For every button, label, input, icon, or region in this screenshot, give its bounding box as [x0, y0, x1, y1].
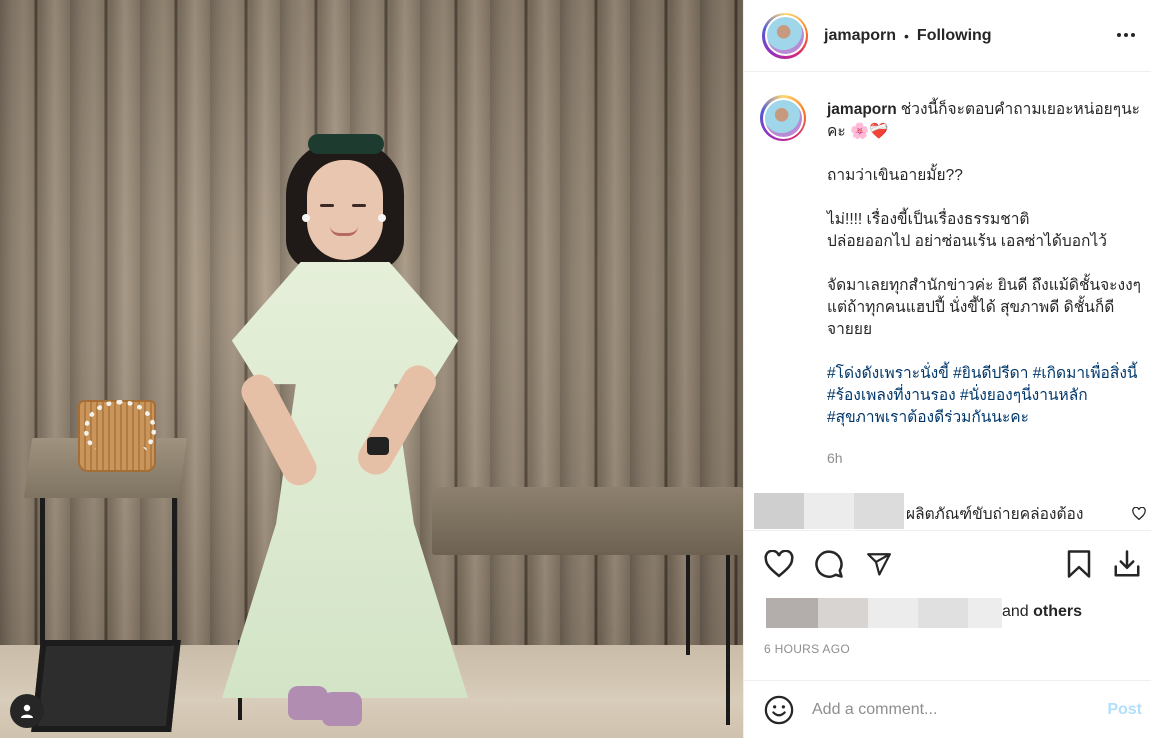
face — [307, 160, 383, 260]
pearl-earring — [378, 214, 386, 222]
caption-avatar[interactable] — [760, 95, 806, 141]
caption-line: ไม่!!!! เรื่องขี้เป็นเรื่องธรรมชาติ ปล่อ… — [827, 211, 1107, 250]
eye — [352, 204, 366, 207]
wooden-bench — [432, 487, 743, 555]
caption-line: จัดมาเลยทุกสำนักข่าวค่ะ ยินดี ถึงแม้ดิชั… — [827, 277, 1141, 338]
shoe — [322, 692, 362, 726]
blurred-liker — [818, 598, 868, 628]
blurred-liker — [918, 598, 968, 628]
eye — [320, 204, 334, 207]
heart-small-icon[interactable] — [1132, 506, 1146, 525]
blurred-avatar — [754, 493, 804, 529]
caption-time[interactable]: 6h — [827, 450, 843, 466]
heart-icon[interactable] — [762, 547, 796, 581]
pearl-earring — [302, 214, 310, 222]
caption-username[interactable]: jamaporn — [827, 101, 897, 118]
comment-text: ผลิตภัณฑ์ขับถ่ายคล่องต้อง — [906, 506, 1084, 523]
caption-text: jamaporn ช่วงนี้ก็จะตอบคำถามเยอะหน่อยๆนะค… — [827, 99, 1143, 451]
send-icon[interactable] — [862, 547, 896, 581]
hair-bow — [308, 134, 384, 154]
comment-icon[interactable] — [812, 547, 846, 581]
likes-others[interactable]: others — [1033, 603, 1082, 620]
caption-line: ถามว่าเขินอายมั้ย?? — [827, 167, 963, 184]
likes-row[interactable]: and others — [766, 598, 1146, 628]
smiley-icon[interactable] — [764, 695, 794, 725]
blurred-liker — [968, 598, 1002, 628]
side-table-leg — [40, 495, 45, 645]
header-username[interactable]: jamaporn — [824, 27, 896, 45]
comment-row: ผลิตภัณฑ์ขับถ่ายคล่องต้อง — [754, 493, 1151, 529]
bench-leg — [686, 555, 690, 655]
caption-area: jamaporn ช่วงนี้ก็จะตอบคำถามเยอะหน่อยๆนะค… — [744, 73, 1151, 485]
post-header: jamaporn • Following — [744, 0, 1151, 72]
post-photo[interactable] — [0, 0, 743, 738]
post-side-panel: jamaporn • Following jamaporn ช่วงนี้ก็จะ… — [743, 0, 1151, 738]
separator-dot: • — [904, 27, 909, 44]
pearl-handle — [84, 400, 156, 460]
bookmark-icon[interactable] — [1062, 547, 1096, 581]
side-table-base — [31, 640, 181, 732]
blurred-liker — [868, 598, 918, 628]
add-comment-bar: Post — [744, 680, 1151, 738]
blurred-liker — [766, 598, 818, 628]
comment-input[interactable] — [812, 695, 1092, 725]
more-horizontal-icon[interactable] — [1114, 23, 1138, 47]
instagram-post-modal: jamaporn • Following jamaporn ช่วงนี้ก็จะ… — [0, 0, 1151, 738]
caption-hashtags[interactable]: #โด่งดังเพราะนั่งขี้ #ยินดีปรีดา #เกิดมา… — [827, 363, 1143, 429]
bench-leg — [726, 555, 730, 725]
action-bar — [744, 530, 1151, 600]
download-icon[interactable] — [1110, 547, 1144, 581]
smartwatch — [367, 437, 389, 455]
following-button[interactable]: Following — [917, 27, 992, 45]
tagged-user-icon[interactable] — [10, 694, 44, 728]
post-button[interactable]: Post — [1107, 701, 1142, 719]
avatar[interactable] — [762, 12, 808, 59]
likes-and: and — [1002, 603, 1029, 620]
side-table-leg — [172, 495, 177, 645]
post-timestamp[interactable]: 6 HOURS AGO — [764, 642, 850, 656]
likes-summary[interactable]: and others — [1002, 603, 1082, 621]
blurred-username — [854, 493, 904, 529]
blurred-username — [804, 493, 854, 529]
